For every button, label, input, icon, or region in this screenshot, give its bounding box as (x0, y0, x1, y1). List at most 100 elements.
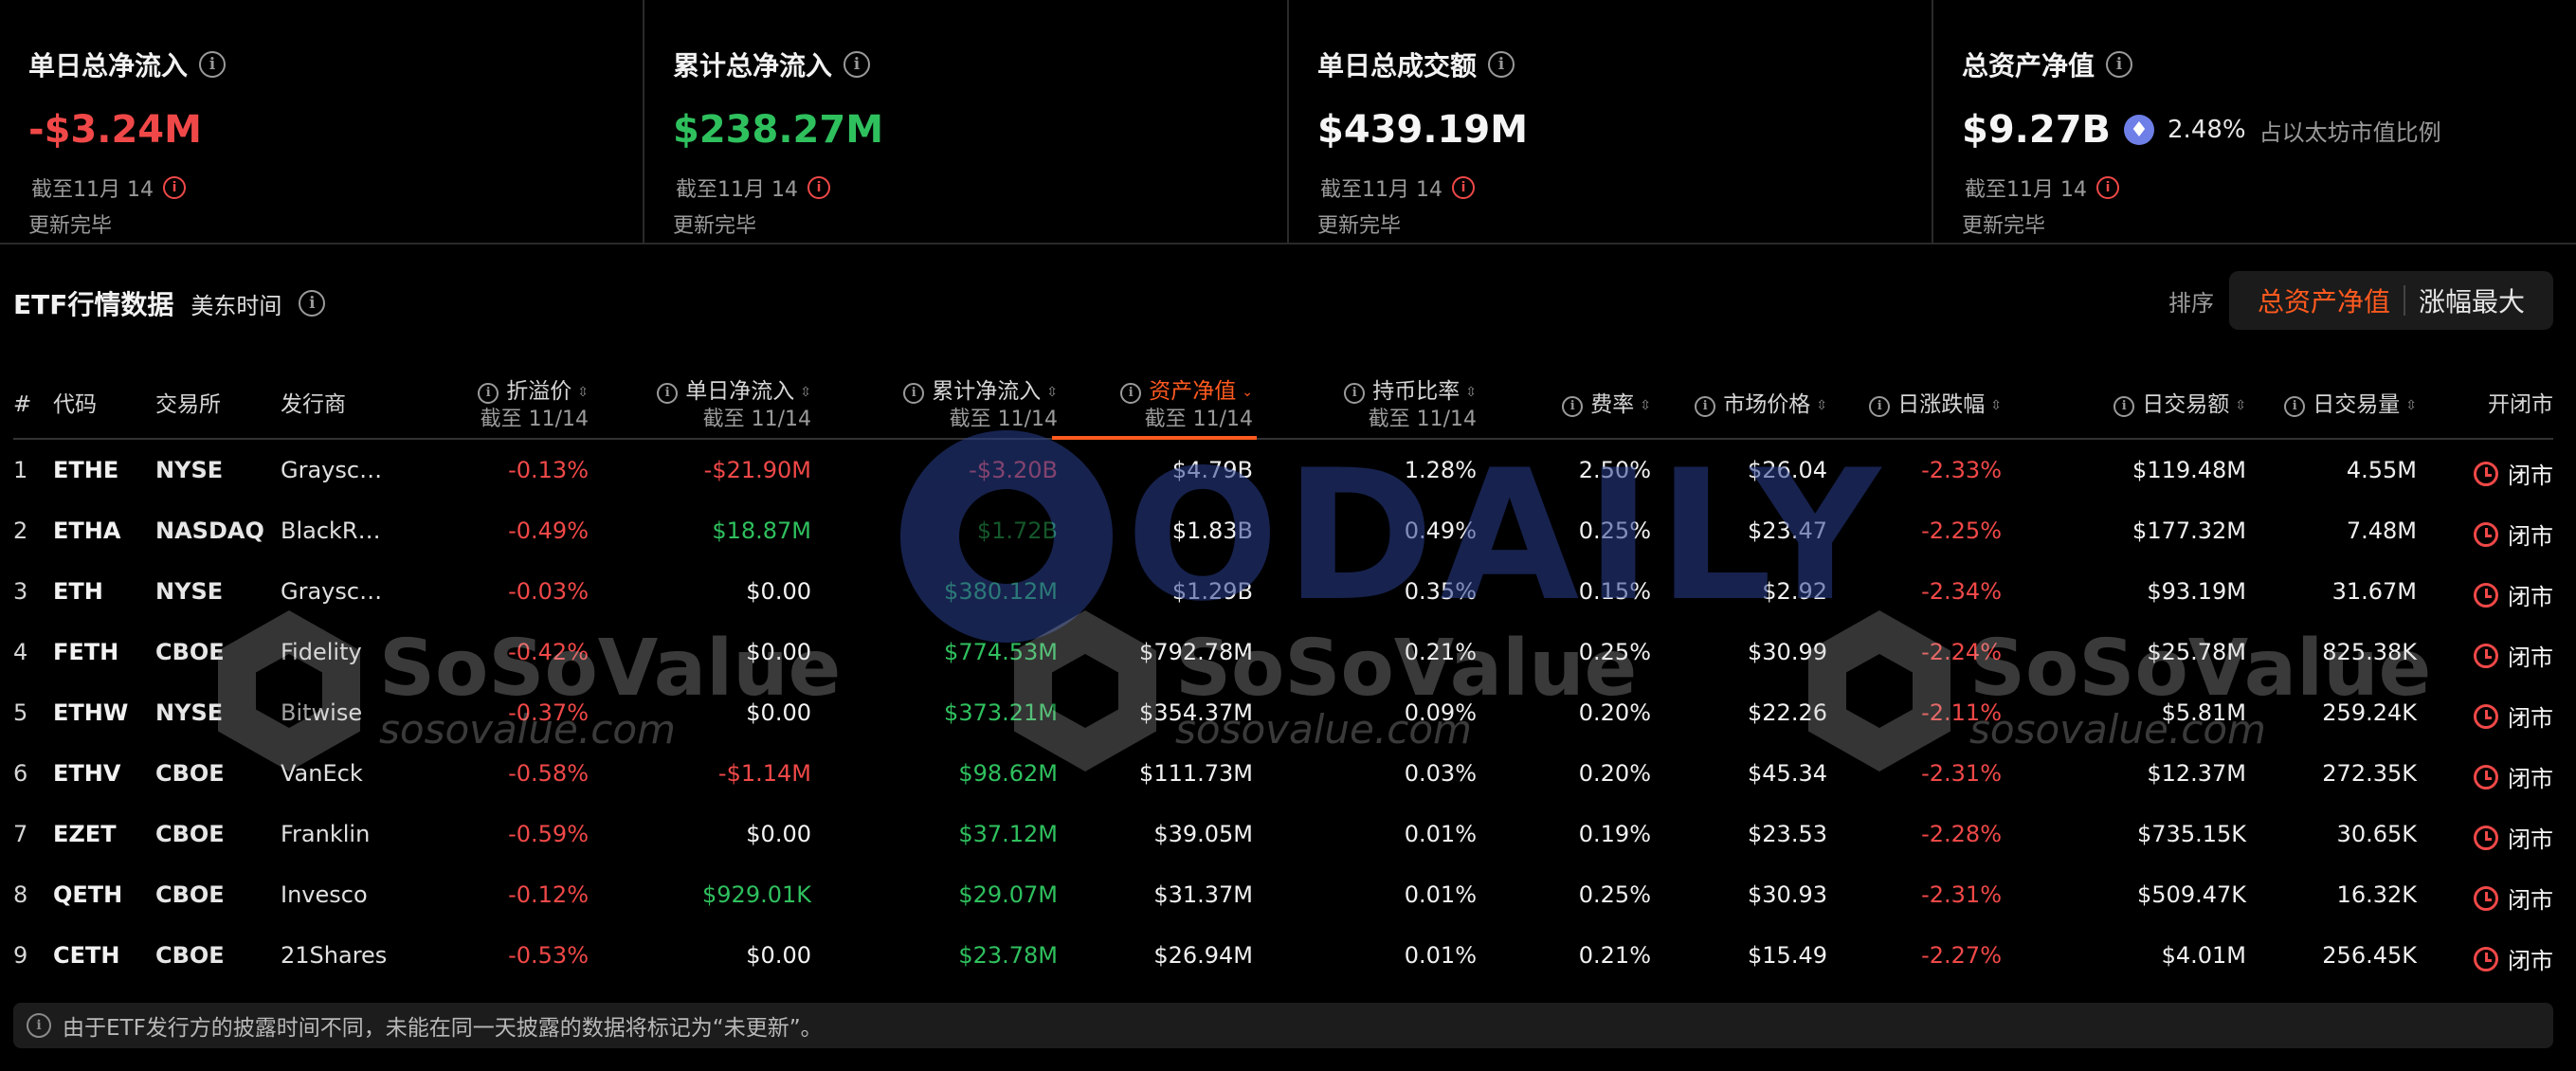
col-header-daily-quantity[interactable]: i 日交易量 ⇳ (2284, 390, 2417, 419)
table-row[interactable]: 1 ETHE NYSE Graysc… -0.13% -$21.90M -$3.20B $4.… (13, 440, 2553, 500)
etf-fee: 0.19% (1578, 821, 1651, 847)
etf-daily-quantity: 7.48M (2346, 517, 2417, 544)
info-circle-icon[interactable]: i (2284, 395, 2306, 417)
info-circle-icon[interactable]: i (1120, 382, 1142, 404)
market-status-text: 闭市 (2508, 766, 2553, 792)
sort-option-nav[interactable]: 总资产净值 (2244, 281, 2404, 319)
etf-premium: -0.49% (508, 517, 589, 544)
table-row[interactable]: 8 QETH CBOE Invesco -0.12% $929.01K $29.07M $31… (13, 864, 2553, 925)
etf-fee: 0.20% (1578, 699, 1651, 726)
col-header-daily-net-inflow[interactable]: i 单日净流入 ⇳ 截至 11/14 (657, 377, 811, 434)
market-status: 闭市 (2474, 639, 2553, 672)
etf-holding-ratio: 0.01% (1404, 881, 1477, 908)
stat-card-total-nav: 总资产净值 i $9.27B ♦ 2.48% 占以太坊市值比例 截至11月 14 i… (1932, 0, 2576, 243)
stat-card-cumulative-net-inflow: 累计总净流入 i $238.27M 截至11月 14 i 更新完毕 (643, 0, 1287, 243)
etf-daily-quantity: 272.35K (2322, 760, 2417, 787)
market-status: 闭市 (2474, 821, 2553, 854)
etf-code[interactable]: FETH (53, 639, 118, 665)
info-circle-icon[interactable]: i (478, 382, 499, 404)
info-circle-icon[interactable]: i (2106, 51, 2133, 78)
table-row[interactable]: 6 ETHV CBOE VanEck -0.58% -$1.14M $98.62M $111.… (13, 743, 2553, 804)
etf-nav: $26.94M (1153, 942, 1253, 969)
table-row[interactable]: 9 CETH CBOE 21Shares -0.53% $0.00 $23.78M $26.9… (13, 925, 2553, 986)
etf-code[interactable]: ETHA (53, 517, 120, 544)
table-row[interactable]: 4 FETH CBOE Fidelity -0.42% $0.00 $774.53M $792… (13, 622, 2553, 682)
col-header-fee[interactable]: i 费率 ⇳ (1562, 390, 1651, 419)
timezone-label: 美东时间 (190, 292, 282, 319)
etf-daily-change: -2.31% (1921, 760, 2002, 787)
sort-desc-icon: ⌄ (1242, 385, 1253, 400)
stat-asof: 截至11月 14 (31, 178, 154, 202)
etf-code[interactable]: CETH (53, 942, 119, 969)
stat-label: 单日总成交额 (1317, 50, 1478, 82)
etf-code[interactable]: QETH (53, 881, 122, 908)
etf-code[interactable]: ETH (53, 578, 103, 605)
stat-value: $439.19M (1317, 108, 1528, 152)
row-number: 9 (13, 942, 28, 969)
etf-code[interactable]: EZET (53, 821, 117, 847)
etf-daily-change: -2.34% (1921, 578, 2002, 605)
etf-daily-quantity: 31.67M (2331, 578, 2417, 605)
info-circle-icon[interactable]: i (657, 382, 679, 404)
etf-daily-quantity: 4.55M (2346, 457, 2417, 483)
market-status: 闭市 (2474, 942, 2553, 975)
info-circle-icon[interactable]: i (199, 51, 227, 78)
disclosure-note-text: 由于ETF发行方的披露时间不同，未能在同一天披露的数据将标记为“未更新”。 (63, 1016, 823, 1041)
alert-circle-icon[interactable]: i (1451, 176, 1475, 199)
etf-exchange: CBOE (155, 639, 225, 665)
etf-daily-change: -2.31% (1921, 881, 2002, 908)
etf-issuer: Bitwise (281, 699, 363, 726)
etf-daily-net-inflow: $0.00 (746, 578, 811, 605)
etf-daily-net-inflow: $0.00 (746, 699, 811, 726)
col-header-nav[interactable]: i 资产净值 ⌄ 截至 11/14 (1120, 377, 1253, 434)
etf-daily-quantity: 16.32K (2336, 881, 2417, 908)
stat-value: $9.27B (1962, 108, 2112, 152)
etf-code[interactable]: ETHE (53, 457, 118, 483)
etf-daily-volume: $119.48M (2132, 457, 2246, 483)
col-header-market-status: 开闭市 (2488, 392, 2553, 417)
col-header-cumulative-net-inflow[interactable]: i 累计净流入 ⇳ 截至 11/14 (903, 377, 1058, 434)
etf-premium: -0.59% (508, 821, 589, 847)
etf-daily-volume: $93.19M (2147, 578, 2246, 605)
etf-daily-change: -2.33% (1921, 457, 2002, 483)
market-status: 闭市 (2474, 457, 2553, 490)
etf-nav: $354.37M (1139, 699, 1253, 726)
etf-cumulative-net-inflow: $373.21M (944, 699, 1058, 726)
clock-icon (2474, 885, 2498, 911)
info-circle-icon[interactable]: i (2113, 395, 2135, 417)
info-circle-icon[interactable]: i (903, 382, 925, 404)
etf-daily-net-inflow: $929.01K (702, 881, 811, 908)
stat-label: 总资产净值 (1962, 50, 2095, 82)
sort-option-top-gainers[interactable]: 涨幅最大 (2405, 281, 2538, 319)
table-row[interactable]: 3 ETH NYSE Graysc… -0.03% $0.00 $380.12M $1.29B… (13, 561, 2553, 622)
etf-nav: $1.83B (1171, 517, 1253, 544)
etf-cumulative-net-inflow: $774.53M (944, 639, 1058, 665)
market-status-text: 闭市 (2508, 523, 2553, 550)
info-circle-icon[interactable]: i (844, 51, 871, 78)
table-row[interactable]: 2 ETHA NASDAQ BlackR… -0.49% $18.87M $1.72B $1.… (13, 500, 2553, 561)
info-circle-icon[interactable]: i (1869, 395, 1891, 417)
col-header-daily-volume[interactable]: i 日交易额 ⇳ (2113, 390, 2246, 419)
etf-code[interactable]: ETHV (53, 760, 120, 787)
alert-circle-icon[interactable]: i (162, 176, 186, 199)
etf-daily-volume: $5.81M (2161, 699, 2246, 726)
etf-daily-volume: $509.47K (2137, 881, 2246, 908)
info-circle-icon[interactable]: i (1488, 51, 1515, 78)
stat-label: 累计总净流入 (673, 50, 833, 82)
table-row[interactable]: 5 ETHW NYSE Bitwise -0.37% $0.00 $373.21M $354.… (13, 682, 2553, 743)
info-circle-icon[interactable]: i (1562, 395, 1584, 417)
col-header-price[interactable]: i 市场价格 ⇳ (1695, 390, 1827, 419)
info-circle-icon[interactable]: i (1344, 382, 1366, 404)
alert-circle-icon[interactable]: i (2095, 176, 2119, 199)
col-header-premium[interactable]: i 折溢价 ⇳ 截至 11/14 (478, 377, 589, 434)
etf-holding-ratio: 0.03% (1404, 760, 1477, 787)
table-row[interactable]: 7 EZET CBOE Franklin -0.59% $0.00 $37.12M $39.0… (13, 804, 2553, 864)
etf-market-price: $23.53 (1748, 821, 1827, 847)
info-circle-icon[interactable]: i (299, 290, 326, 317)
etf-code[interactable]: ETHW (53, 699, 128, 726)
col-header-daily-change[interactable]: i 日涨跌幅 ⇳ (1869, 390, 2002, 419)
etf-cumulative-net-inflow: $380.12M (944, 578, 1058, 605)
info-circle-icon[interactable]: i (1695, 395, 1716, 417)
col-header-holding-ratio[interactable]: i 持币比率 ⇳ 截至 11/14 (1344, 377, 1477, 434)
alert-circle-icon[interactable]: i (807, 176, 830, 199)
